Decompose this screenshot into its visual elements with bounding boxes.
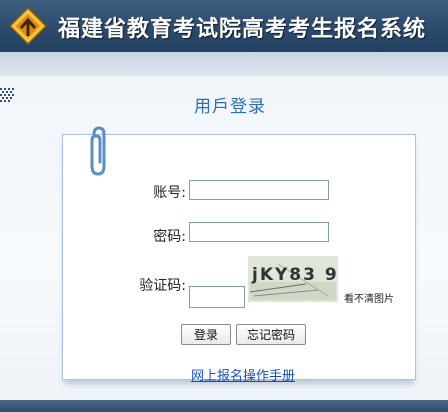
site-title: 福建省教育考试院高考考生报名系统 (58, 17, 427, 42)
account-label: 账号: (153, 185, 186, 201)
password-label: 密码: (153, 229, 186, 245)
diamond-logo-icon (8, 6, 48, 46)
site-header: 福建省教育考试院高考考生报名系统 (0, 0, 448, 52)
captcha-label: 验证码: (139, 278, 186, 294)
login-button[interactable]: 登录 (181, 324, 231, 345)
site-footer (0, 400, 448, 412)
paperclip-icon (90, 126, 106, 176)
captcha-image[interactable]: jKY83 9 (248, 256, 338, 302)
captcha-text: jKY83 9 (251, 265, 338, 285)
password-input[interactable] (189, 222, 329, 242)
login-title: 用戶登录 (194, 97, 266, 117)
manual-link[interactable]: 网上报名操作手册 (0, 365, 448, 384)
captcha-refresh-link[interactable]: 看不清图片 (344, 290, 394, 305)
captcha-input[interactable] (189, 286, 245, 308)
header-sub-band (0, 52, 448, 76)
account-input[interactable] (189, 180, 329, 200)
forgot-password-button[interactable]: 忘记密码 (236, 324, 306, 345)
